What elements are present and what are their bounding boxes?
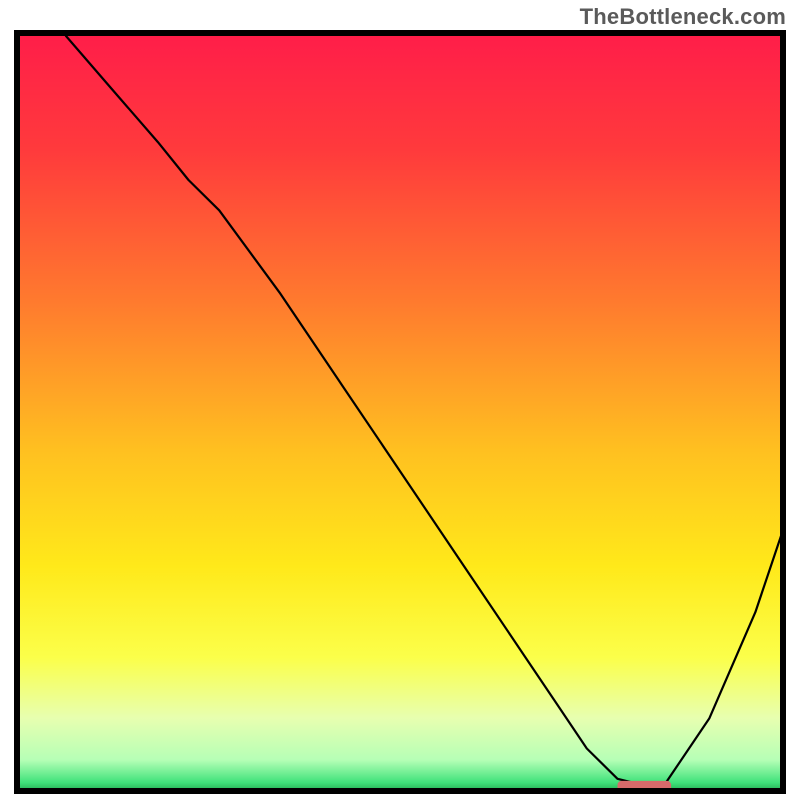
chart-frame bbox=[14, 30, 786, 794]
bottleneck-chart-svg bbox=[20, 36, 780, 788]
plot-area bbox=[20, 36, 780, 788]
optimal-point-marker bbox=[618, 781, 672, 788]
attribution-text: TheBottleneck.com bbox=[580, 4, 786, 30]
gradient-background bbox=[20, 36, 780, 788]
